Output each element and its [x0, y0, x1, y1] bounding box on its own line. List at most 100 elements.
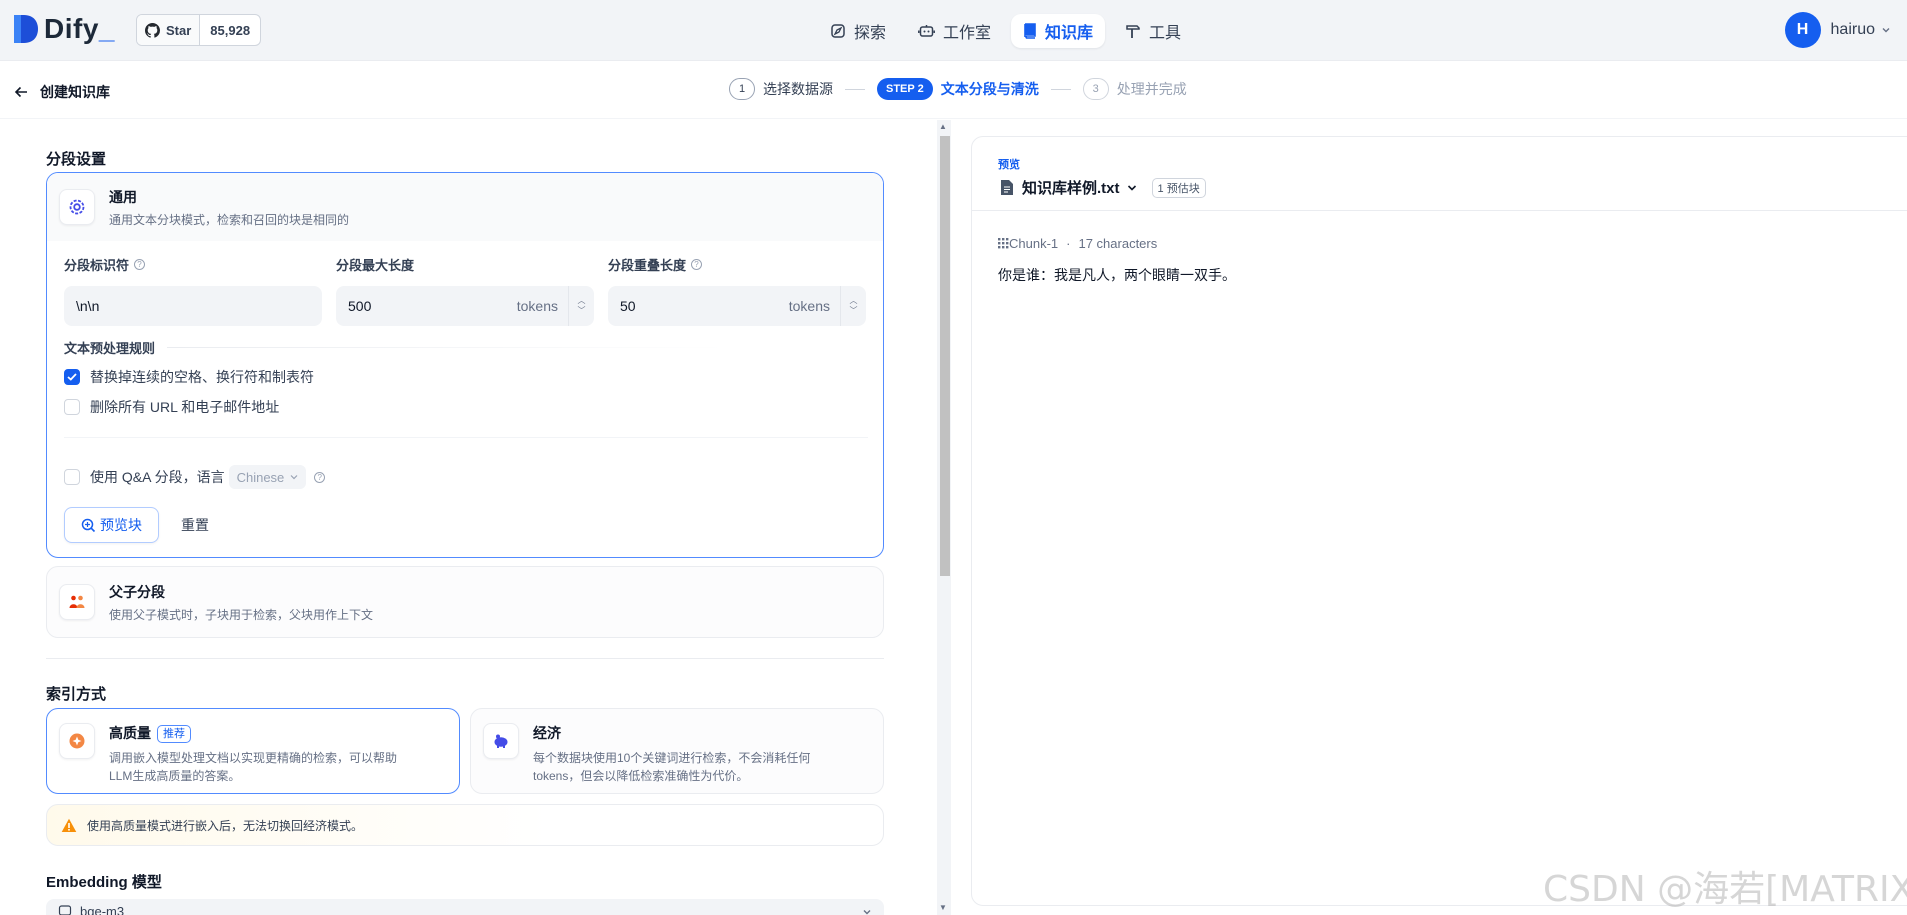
index-section-title: 索引方式	[46, 686, 107, 703]
max-length-unit: tokens	[516, 298, 558, 314]
high-quality-icon	[59, 723, 95, 759]
segment-section-title: 分段设置	[46, 151, 107, 168]
overlap-unit: tokens	[788, 298, 830, 314]
chunk-content: 你是谁：我是凡人，两个眼睛一双手。	[998, 267, 1236, 283]
piggy-bank-icon	[494, 734, 508, 748]
estimated-chunk-count: 1 预估块	[1151, 177, 1206, 198]
watermark: CSDN @海若[MATRIX]	[1543, 869, 1907, 910]
language-value: Chinese	[236, 469, 285, 485]
chevron-down-icon[interactable]: ﹀	[578, 306, 586, 316]
scroll-up-arrow[interactable]: ▲	[939, 122, 947, 131]
step-separator	[1050, 88, 1071, 90]
scroll-down-arrow[interactable]: ▼	[939, 903, 947, 912]
index-high-quality-card[interactable]: 高质量 推荐 调用嵌入模型处理文档以实现更精确的检索，可以帮助 LLM生成高质量的…	[46, 708, 460, 794]
embedding-model-title: Embedding 模型	[46, 874, 162, 891]
warning-banner: 使用高质量模式进行嵌入后，无法切换回经济模式。	[46, 804, 884, 846]
parent-child-segment-card[interactable]: 父子分段 使用父子模式时，子块用于检索，父块用作上下文	[46, 566, 884, 638]
separator-label: 分段标识符	[64, 258, 130, 273]
chevron-down-icon	[290, 475, 298, 480]
gear-icon	[69, 199, 85, 215]
chevron-up-icon[interactable]: ︿	[850, 296, 858, 306]
chunk-preview-panel: 预览 知识库样例.txt 1 预估块 Chunk-1 · 17 characte…	[971, 136, 1907, 906]
warning-icon	[61, 818, 77, 832]
chunk-chars: 17 characters	[1078, 236, 1158, 251]
nav-item-knowledge[interactable]: 知识库	[1011, 14, 1106, 48]
high-quality-desc-line1: 调用嵌入模型处理文档以实现更精确的检索，可以帮助	[109, 751, 398, 765]
reset-button[interactable]: 重置	[181, 515, 209, 535]
warning-text: 使用高质量模式进行嵌入后，无法切换回经济模式。	[87, 818, 364, 833]
chevron-down-icon	[1127, 184, 1136, 191]
chunk-name: Chunk-1	[1009, 236, 1059, 251]
chevron-down-icon[interactable]: ﹀	[850, 306, 858, 316]
economy-desc-line1: 每个数据块使用10个关键词进行检索，不会消耗任何	[533, 751, 811, 765]
divider	[46, 658, 884, 659]
chunk-meta: Chunk-1 · 17 characters	[998, 236, 1157, 251]
avatar[interactable]: H	[1784, 12, 1821, 48]
qa-label: 使用 Q&A 分段，语言	[90, 469, 225, 485]
economy-title: 经济	[533, 725, 561, 741]
checkbox-checked[interactable]	[64, 369, 80, 385]
step-number: 3	[1082, 78, 1109, 100]
overlap-value: 50	[620, 298, 636, 314]
help-icon[interactable]: ?	[691, 259, 703, 270]
economy-icon	[483, 723, 519, 759]
parent-child-title: 父子分段	[109, 583, 165, 600]
max-length-stepper[interactable]: ︿ ﹀	[568, 286, 594, 326]
settings-column: 分段设置 通用 通用文本分块模式，检索和召回的块是相同的 分段标识符? \n\n…	[46, 0, 884, 915]
step-label-2: 文本分段与清洗	[940, 81, 1039, 97]
overlap-stepper[interactable]: ︿ ﹀	[840, 286, 866, 326]
nav-item-tools[interactable]: 工具	[1113, 14, 1193, 48]
general-mode-icon	[59, 189, 95, 225]
scrollbar-thumb[interactable]	[940, 136, 950, 576]
nav-item-studio[interactable]: 工作室	[906, 14, 1003, 48]
file-text-icon	[1001, 180, 1013, 195]
preprocess-rules-title: 文本预处理规则	[64, 338, 728, 357]
rule-replace-label: 替换掉连续的空格、换行符和制表符	[90, 369, 314, 385]
parent-child-desc: 使用父子模式时，子块用于检索，父块用作上下文	[109, 607, 374, 622]
star-badge-icon	[69, 733, 85, 749]
help-icon[interactable]: ?	[134, 259, 146, 270]
language-select[interactable]: Chinese	[228, 465, 307, 489]
help-icon[interactable]: ?	[314, 471, 326, 483]
parent-child-mode-icon	[59, 584, 95, 620]
dify-logo-icon	[12, 13, 40, 45]
user-menu[interactable]: H hairuo	[1784, 12, 1891, 48]
chevron-down-icon	[1882, 28, 1890, 33]
nav-item-label: 知识库	[1045, 25, 1094, 42]
checkbox-unchecked[interactable]	[64, 399, 80, 415]
hammer-icon	[1126, 25, 1140, 38]
checkbox-unchecked[interactable]	[64, 469, 80, 485]
preview-label: 预览	[998, 159, 1020, 171]
index-economy-card[interactable]: 经济 每个数据块使用10个关键词进行检索，不会消耗任何 tokens，但会以降低…	[470, 708, 884, 794]
segment-actions: 预览块 重置	[64, 507, 209, 543]
preview-file-select[interactable]: 知识库样例.txt 1 预估块	[1000, 177, 1206, 198]
max-length-input[interactable]: 500 tokens ︿ ﹀	[336, 286, 594, 326]
user-name[interactable]: hairuo	[1831, 21, 1875, 39]
separator-input[interactable]: \n\n	[64, 286, 322, 326]
general-card-desc: 通用文本分块模式，检索和召回的块是相同的	[109, 212, 350, 227]
search-icon	[81, 518, 96, 532]
general-card-header: 通用 通用文本分块模式，检索和召回的块是相同的	[47, 173, 883, 241]
preview-chunks-button[interactable]: 预览块	[64, 507, 159, 543]
general-card-title: 通用	[109, 188, 137, 205]
rule-remove-urls[interactable]: 删除所有 URL 和电子邮件地址	[64, 397, 279, 417]
overlap-input[interactable]: 50 tokens ︿ ﹀	[608, 286, 866, 326]
check-icon	[67, 373, 77, 381]
rule-replace-spaces[interactable]: 替换掉连续的空格、换行符和制表符	[64, 367, 314, 387]
chevron-up-icon[interactable]: ︿	[578, 296, 586, 306]
qa-segment-option[interactable]: 使用 Q&A 分段，语言 Chinese ?	[64, 465, 326, 489]
step-current-pill: STEP 2	[877, 78, 933, 100]
preview-header: 预览 知识库样例.txt 1 预估块	[972, 137, 1907, 211]
meta-separator: ·	[1066, 236, 1071, 251]
separator-field: 分段标识符? \n\n	[64, 255, 322, 326]
overlap-label: 分段重叠长度	[608, 258, 687, 273]
general-segment-card[interactable]: 通用 通用文本分块模式，检索和召回的块是相同的 分段标识符? \n\n 分段最大…	[46, 172, 884, 558]
preview-file-name: 知识库样例.txt	[1022, 180, 1120, 197]
nav-item-label: 工作室	[943, 25, 992, 42]
max-length-field: 分段最大长度 500 tokens ︿ ﹀	[336, 255, 594, 326]
embedding-model-select[interactable]: bge-m3	[46, 899, 884, 915]
recommended-badge: 推荐	[157, 725, 191, 743]
economy-desc-line2: tokens，但会以降低检索准确性为代价。	[533, 769, 749, 783]
max-length-value: 500	[348, 298, 372, 314]
parent-child-icon	[69, 595, 85, 608]
